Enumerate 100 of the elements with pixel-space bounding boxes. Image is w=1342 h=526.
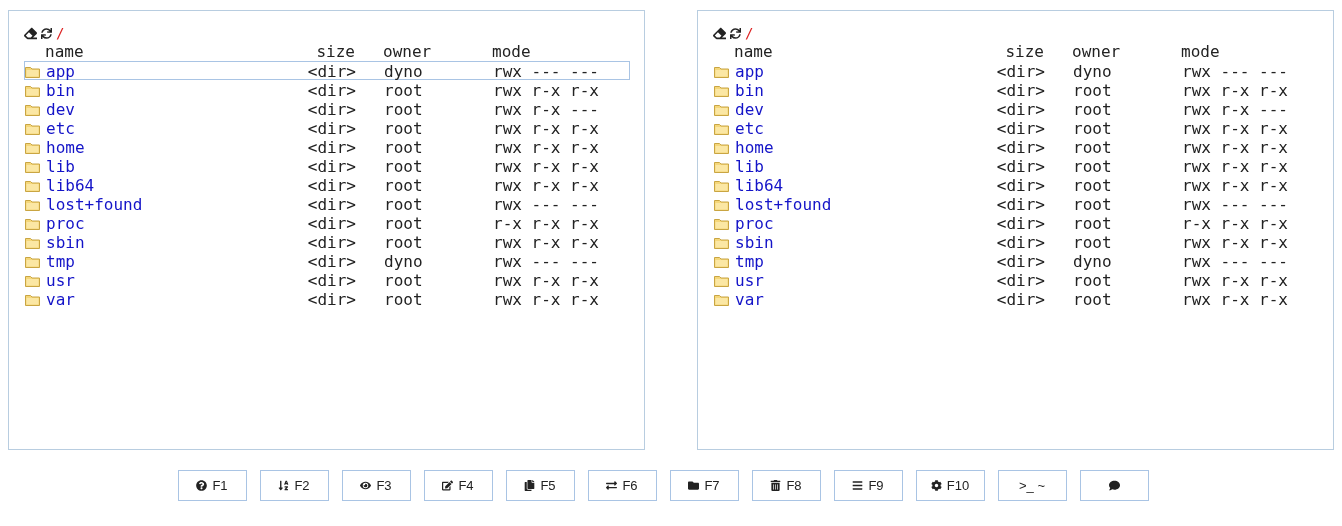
file-size: <dir> (995, 81, 1045, 100)
file-name[interactable]: dev (46, 100, 306, 119)
column-header[interactable]: size (305, 42, 355, 61)
file-name[interactable]: var (735, 290, 995, 309)
file-row[interactable]: home <dir> root rwx r-x r-x (713, 137, 1319, 156)
file-mode: rwx --- --- (493, 252, 600, 271)
file-name[interactable]: bin (46, 81, 306, 100)
refresh-icon[interactable] (41, 28, 52, 39)
file-name[interactable]: dev (735, 100, 995, 119)
function-key-button[interactable]: F5 (505, 470, 575, 501)
file-name[interactable]: proc (46, 214, 306, 233)
file-row[interactable]: dev <dir> root rwx r-x --- (24, 99, 630, 118)
function-key-button[interactable]: >_ ~ (997, 470, 1067, 501)
folder-icon (25, 141, 40, 154)
file-row[interactable]: lost+found <dir> root rwx --- --- (713, 194, 1319, 213)
file-name[interactable]: lib64 (46, 176, 306, 195)
file-row[interactable]: app <dir> dyno rwx --- --- (24, 61, 630, 80)
file-owner: root (1073, 157, 1113, 176)
file-mode: rwx r-x r-x (1182, 176, 1289, 195)
folder-icon (25, 293, 40, 306)
function-key-button[interactable]: F3 (341, 470, 411, 501)
file-row[interactable]: lib64 <dir> root rwx r-x r-x (24, 175, 630, 194)
file-row[interactable]: proc <dir> root r-x r-x r-x (713, 213, 1319, 232)
file-name[interactable]: var (46, 290, 306, 309)
settings-icon (930, 480, 942, 491)
column-header[interactable]: name (734, 42, 994, 61)
file-row[interactable]: lost+found <dir> root rwx --- --- (24, 194, 630, 213)
current-path[interactable]: / (56, 24, 65, 43)
file-size: <dir> (306, 100, 356, 119)
file-row[interactable]: tmp <dir> dyno rwx --- --- (713, 251, 1319, 270)
column-header[interactable]: owner (383, 42, 492, 61)
file-row[interactable]: sbin <dir> root rwx r-x r-x (713, 232, 1319, 251)
file-size: <dir> (995, 119, 1045, 138)
file-owner: root (384, 119, 424, 138)
column-header[interactable]: mode (1181, 42, 1319, 61)
function-key-button[interactable]: F6 (587, 470, 657, 501)
file-name[interactable]: usr (735, 271, 995, 290)
file-row[interactable]: var <dir> root rwx r-x r-x (24, 289, 630, 308)
file-name[interactable]: app (735, 62, 995, 81)
file-name[interactable]: etc (735, 119, 995, 138)
file-name[interactable]: lib64 (735, 176, 995, 195)
column-header[interactable]: owner (1072, 42, 1181, 61)
eraser-icon[interactable] (24, 27, 37, 40)
folder-icon (714, 274, 729, 287)
file-owner: root (384, 195, 424, 214)
file-row[interactable]: proc <dir> root r-x r-x r-x (24, 213, 630, 232)
file-name[interactable]: tmp (46, 252, 306, 271)
function-key-button[interactable]: F2 (259, 470, 329, 501)
file-owner: root (1073, 195, 1113, 214)
folder-icon (714, 141, 729, 154)
file-name[interactable]: etc (46, 119, 306, 138)
file-name[interactable]: bin (735, 81, 995, 100)
function-key-button[interactable]: F9 (833, 470, 903, 501)
file-row[interactable]: app <dir> dyno rwx --- --- (713, 61, 1319, 80)
file-row[interactable]: bin <dir> root rwx r-x r-x (713, 80, 1319, 99)
column-header[interactable]: size (994, 42, 1044, 61)
file-row[interactable]: lib64 <dir> root rwx r-x r-x (713, 175, 1319, 194)
file-name[interactable]: proc (735, 214, 995, 233)
file-name[interactable]: lost+found (46, 195, 306, 214)
file-size: <dir> (306, 214, 356, 233)
file-row[interactable]: etc <dir> root rwx r-x r-x (24, 118, 630, 137)
current-path[interactable]: / (745, 24, 754, 43)
file-name[interactable]: sbin (735, 233, 995, 252)
file-row[interactable]: lib <dir> root rwx r-x r-x (24, 156, 630, 175)
function-key-button[interactable]: F7 (669, 470, 739, 501)
file-row[interactable]: bin <dir> root rwx r-x r-x (24, 80, 630, 99)
file-name[interactable]: app (46, 62, 306, 81)
folder-icon (25, 217, 40, 230)
file-name[interactable]: home (46, 138, 306, 157)
file-name[interactable]: lib (46, 157, 306, 176)
function-key-button[interactable] (1079, 470, 1149, 501)
folder-icon (25, 198, 40, 211)
file-row[interactable]: tmp <dir> dyno rwx --- --- (24, 251, 630, 270)
file-name[interactable]: lost+found (735, 195, 995, 214)
file-row[interactable]: sbin <dir> root rwx r-x r-x (24, 232, 630, 251)
file-row[interactable]: var <dir> root rwx r-x r-x (713, 289, 1319, 308)
folder-icon (25, 122, 40, 135)
column-header[interactable]: name (45, 42, 305, 61)
eraser-icon[interactable] (713, 27, 726, 40)
function-key-button[interactable]: F8 (751, 470, 821, 501)
file-name[interactable]: sbin (46, 233, 306, 252)
file-row[interactable]: lib <dir> root rwx r-x r-x (713, 156, 1319, 175)
file-row[interactable]: home <dir> root rwx r-x r-x (24, 137, 630, 156)
folder-icon (25, 255, 40, 268)
function-key-button[interactable]: F1 (177, 470, 247, 501)
file-row[interactable]: usr <dir> root rwx r-x r-x (713, 270, 1319, 289)
file-row[interactable]: dev <dir> root rwx r-x --- (713, 99, 1319, 118)
file-owner: root (1073, 290, 1113, 309)
file-name[interactable]: tmp (735, 252, 995, 271)
file-name[interactable]: usr (46, 271, 306, 290)
column-header[interactable]: mode (492, 42, 630, 61)
file-size: <dir> (995, 157, 1045, 176)
file-name[interactable]: home (735, 138, 995, 157)
function-key-button[interactable]: F4 (423, 470, 493, 501)
refresh-icon[interactable] (730, 28, 741, 39)
file-row[interactable]: etc <dir> root rwx r-x r-x (713, 118, 1319, 137)
function-key-button[interactable]: F10 (915, 470, 985, 501)
file-name[interactable]: lib (735, 157, 995, 176)
file-row[interactable]: usr <dir> root rwx r-x r-x (24, 270, 630, 289)
edit-icon (442, 480, 454, 491)
